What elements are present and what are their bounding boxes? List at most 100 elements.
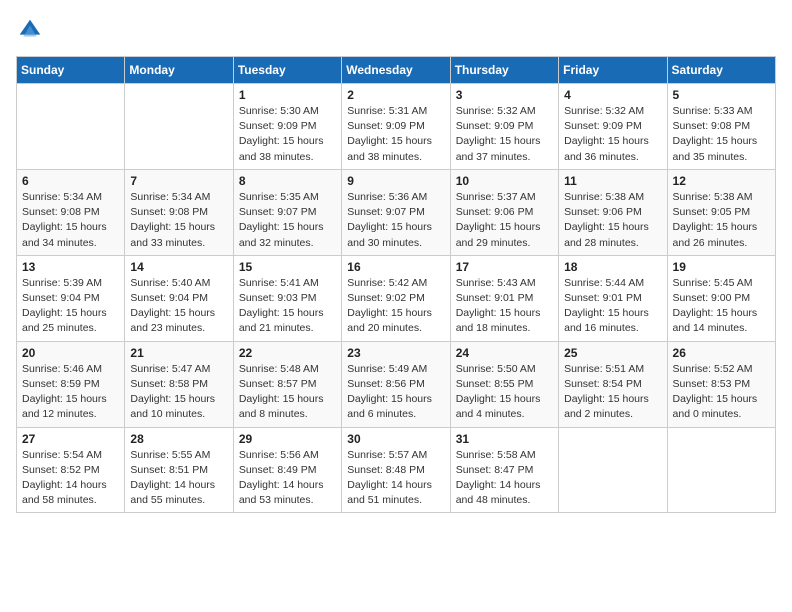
day-of-week-header: Tuesday: [233, 57, 341, 84]
day-number: 1: [239, 88, 336, 102]
day-info: Sunrise: 5:31 AM Sunset: 9:09 PM Dayligh…: [347, 104, 444, 165]
day-info: Sunrise: 5:34 AM Sunset: 9:08 PM Dayligh…: [130, 190, 227, 251]
day-number: 14: [130, 260, 227, 274]
day-number: 22: [239, 346, 336, 360]
day-info: Sunrise: 5:50 AM Sunset: 8:55 PM Dayligh…: [456, 362, 553, 423]
day-of-week-header: Sunday: [17, 57, 125, 84]
day-number: 6: [22, 174, 119, 188]
calendar-cell: 20 Sunrise: 5:46 AM Sunset: 8:59 PM Dayli…: [17, 341, 125, 427]
day-info: Sunrise: 5:46 AM Sunset: 8:59 PM Dayligh…: [22, 362, 119, 423]
calendar-cell: 12 Sunrise: 5:38 AM Sunset: 9:05 PM Dayli…: [667, 169, 775, 255]
calendar-cell: 24 Sunrise: 5:50 AM Sunset: 8:55 PM Dayli…: [450, 341, 558, 427]
day-number: 11: [564, 174, 661, 188]
day-of-week-header: Friday: [559, 57, 667, 84]
day-number: 16: [347, 260, 444, 274]
calendar-header-row: SundayMondayTuesdayWednesdayThursdayFrid…: [17, 57, 776, 84]
calendar-cell: 17Sunrise: 5:43 AM Sunset: 9:01 PM Dayli…: [450, 255, 558, 341]
calendar-cell: 22 Sunrise: 5:48 AM Sunset: 8:57 PM Dayli…: [233, 341, 341, 427]
day-number: 31: [456, 432, 553, 446]
calendar-table: SundayMondayTuesdayWednesdayThursdayFrid…: [16, 56, 776, 513]
day-info: Sunrise: 5:39 AM Sunset: 9:04 PM Dayligh…: [22, 276, 119, 337]
calendar-cell: 2 Sunrise: 5:31 AM Sunset: 9:09 PM Daylig…: [342, 84, 450, 170]
calendar-cell: [559, 427, 667, 513]
day-number: 20: [22, 346, 119, 360]
calendar-cell: 14 Sunrise: 5:40 AM Sunset: 9:04 PM Dayli…: [125, 255, 233, 341]
calendar-week-row: 6 Sunrise: 5:34 AM Sunset: 9:08 PM Daylig…: [17, 169, 776, 255]
day-number: 30: [347, 432, 444, 446]
calendar-cell: 29Sunrise: 5:56 AM Sunset: 8:49 PM Dayli…: [233, 427, 341, 513]
day-info: Sunrise: 5:57 AM Sunset: 8:48 PM Dayligh…: [347, 448, 444, 509]
day-number: 8: [239, 174, 336, 188]
day-of-week-header: Thursday: [450, 57, 558, 84]
day-info: Sunrise: 5:34 AM Sunset: 9:08 PM Dayligh…: [22, 190, 119, 251]
day-number: 21: [130, 346, 227, 360]
day-number: 4: [564, 88, 661, 102]
page-header: [16, 16, 776, 44]
calendar-cell: 23 Sunrise: 5:49 AM Sunset: 8:56 PM Dayli…: [342, 341, 450, 427]
calendar-cell: 30 Sunrise: 5:57 AM Sunset: 8:48 PM Dayli…: [342, 427, 450, 513]
calendar-cell: 16 Sunrise: 5:42 AM Sunset: 9:02 PM Dayli…: [342, 255, 450, 341]
day-number: 15: [239, 260, 336, 274]
calendar-cell: 9Sunrise: 5:36 AM Sunset: 9:07 PM Daylig…: [342, 169, 450, 255]
day-info: Sunrise: 5:51 AM Sunset: 8:54 PM Dayligh…: [564, 362, 661, 423]
day-of-week-header: Saturday: [667, 57, 775, 84]
day-number: 27: [22, 432, 119, 446]
day-of-week-header: Wednesday: [342, 57, 450, 84]
day-info: Sunrise: 5:42 AM Sunset: 9:02 PM Dayligh…: [347, 276, 444, 337]
calendar-week-row: 20 Sunrise: 5:46 AM Sunset: 8:59 PM Dayli…: [17, 341, 776, 427]
day-number: 12: [673, 174, 770, 188]
calendar-cell: 25 Sunrise: 5:51 AM Sunset: 8:54 PM Dayli…: [559, 341, 667, 427]
day-number: 13: [22, 260, 119, 274]
calendar-cell: 26 Sunrise: 5:52 AM Sunset: 8:53 PM Dayli…: [667, 341, 775, 427]
day-number: 10: [456, 174, 553, 188]
calendar-cell: [125, 84, 233, 170]
day-number: 25: [564, 346, 661, 360]
day-info: Sunrise: 5:44 AM Sunset: 9:01 PM Dayligh…: [564, 276, 661, 337]
calendar-cell: 18Sunrise: 5:44 AM Sunset: 9:01 PM Dayli…: [559, 255, 667, 341]
day-info: Sunrise: 5:56 AM Sunset: 8:49 PM Dayligh…: [239, 448, 336, 509]
calendar-cell: 31 Sunrise: 5:58 AM Sunset: 8:47 PM Dayli…: [450, 427, 558, 513]
day-number: 9: [347, 174, 444, 188]
day-number: 26: [673, 346, 770, 360]
day-info: Sunrise: 5:48 AM Sunset: 8:57 PM Dayligh…: [239, 362, 336, 423]
calendar-cell: 8 Sunrise: 5:35 AM Sunset: 9:07 PM Daylig…: [233, 169, 341, 255]
day-number: 24: [456, 346, 553, 360]
calendar-week-row: 27 Sunrise: 5:54 AM Sunset: 8:52 PM Dayli…: [17, 427, 776, 513]
day-info: Sunrise: 5:47 AM Sunset: 8:58 PM Dayligh…: [130, 362, 227, 423]
day-info: Sunrise: 5:49 AM Sunset: 8:56 PM Dayligh…: [347, 362, 444, 423]
day-number: 7: [130, 174, 227, 188]
day-info: Sunrise: 5:38 AM Sunset: 9:05 PM Dayligh…: [673, 190, 770, 251]
day-number: 2: [347, 88, 444, 102]
calendar-cell: 28 Sunrise: 5:55 AM Sunset: 8:51 PM Dayli…: [125, 427, 233, 513]
day-info: Sunrise: 5:55 AM Sunset: 8:51 PM Dayligh…: [130, 448, 227, 509]
day-number: 23: [347, 346, 444, 360]
day-info: Sunrise: 5:58 AM Sunset: 8:47 PM Dayligh…: [456, 448, 553, 509]
calendar-cell: 21 Sunrise: 5:47 AM Sunset: 8:58 PM Dayli…: [125, 341, 233, 427]
day-number: 3: [456, 88, 553, 102]
day-info: Sunrise: 5:40 AM Sunset: 9:04 PM Dayligh…: [130, 276, 227, 337]
logo: [16, 16, 48, 44]
calendar-cell: 27 Sunrise: 5:54 AM Sunset: 8:52 PM Dayli…: [17, 427, 125, 513]
calendar-cell: 7 Sunrise: 5:34 AM Sunset: 9:08 PM Daylig…: [125, 169, 233, 255]
day-info: Sunrise: 5:38 AM Sunset: 9:06 PM Dayligh…: [564, 190, 661, 251]
calendar-week-row: 1 Sunrise: 5:30 AM Sunset: 9:09 PM Daylig…: [17, 84, 776, 170]
calendar-cell: [667, 427, 775, 513]
day-info: Sunrise: 5:32 AM Sunset: 9:09 PM Dayligh…: [564, 104, 661, 165]
day-info: Sunrise: 5:30 AM Sunset: 9:09 PM Dayligh…: [239, 104, 336, 165]
day-info: Sunrise: 5:33 AM Sunset: 9:08 PM Dayligh…: [673, 104, 770, 165]
day-info: Sunrise: 5:32 AM Sunset: 9:09 PM Dayligh…: [456, 104, 553, 165]
calendar-cell: 13 Sunrise: 5:39 AM Sunset: 9:04 PM Dayli…: [17, 255, 125, 341]
day-info: Sunrise: 5:35 AM Sunset: 9:07 PM Dayligh…: [239, 190, 336, 251]
day-info: Sunrise: 5:52 AM Sunset: 8:53 PM Dayligh…: [673, 362, 770, 423]
day-info: Sunrise: 5:45 AM Sunset: 9:00 PM Dayligh…: [673, 276, 770, 337]
day-number: 17: [456, 260, 553, 274]
day-number: 28: [130, 432, 227, 446]
day-info: Sunrise: 5:54 AM Sunset: 8:52 PM Dayligh…: [22, 448, 119, 509]
calendar-cell: [17, 84, 125, 170]
calendar-cell: 11 Sunrise: 5:38 AM Sunset: 9:06 PM Dayli…: [559, 169, 667, 255]
day-number: 19: [673, 260, 770, 274]
day-info: Sunrise: 5:37 AM Sunset: 9:06 PM Dayligh…: [456, 190, 553, 251]
calendar-cell: 19 Sunrise: 5:45 AM Sunset: 9:00 PM Dayli…: [667, 255, 775, 341]
logo-icon: [16, 16, 44, 44]
day-number: 5: [673, 88, 770, 102]
